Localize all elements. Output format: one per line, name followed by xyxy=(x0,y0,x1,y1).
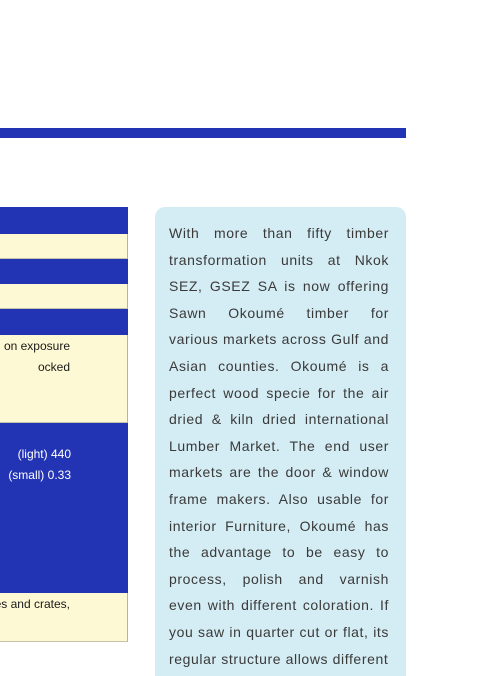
table-cell-text: ocked xyxy=(37,360,70,374)
table-row xyxy=(0,234,128,259)
table-row: (light) 440 (small) 0.33 xyxy=(0,423,128,593)
specs-table: on exposure ocked (light) 440 (small) 0.… xyxy=(0,207,128,642)
table-cell-text: on exposure xyxy=(3,339,70,353)
table-cell-text: (light) 440 xyxy=(17,447,71,461)
table-row xyxy=(0,284,128,309)
table-row: oxes and crates, xyxy=(0,593,128,642)
header-divider-bar xyxy=(0,128,406,138)
okoume-info-panel: With more than fifty timber transformati… xyxy=(155,207,406,676)
table-header-row xyxy=(0,309,128,335)
table-header-row xyxy=(0,259,128,284)
table-cell-text: oxes and crates, xyxy=(0,597,70,611)
table-row: on exposure ocked xyxy=(0,335,128,423)
table-header-row xyxy=(0,207,128,234)
table-cell-text: (small) 0.33 xyxy=(8,468,71,482)
okoume-description: With more than fifty timber transformati… xyxy=(169,225,389,667)
